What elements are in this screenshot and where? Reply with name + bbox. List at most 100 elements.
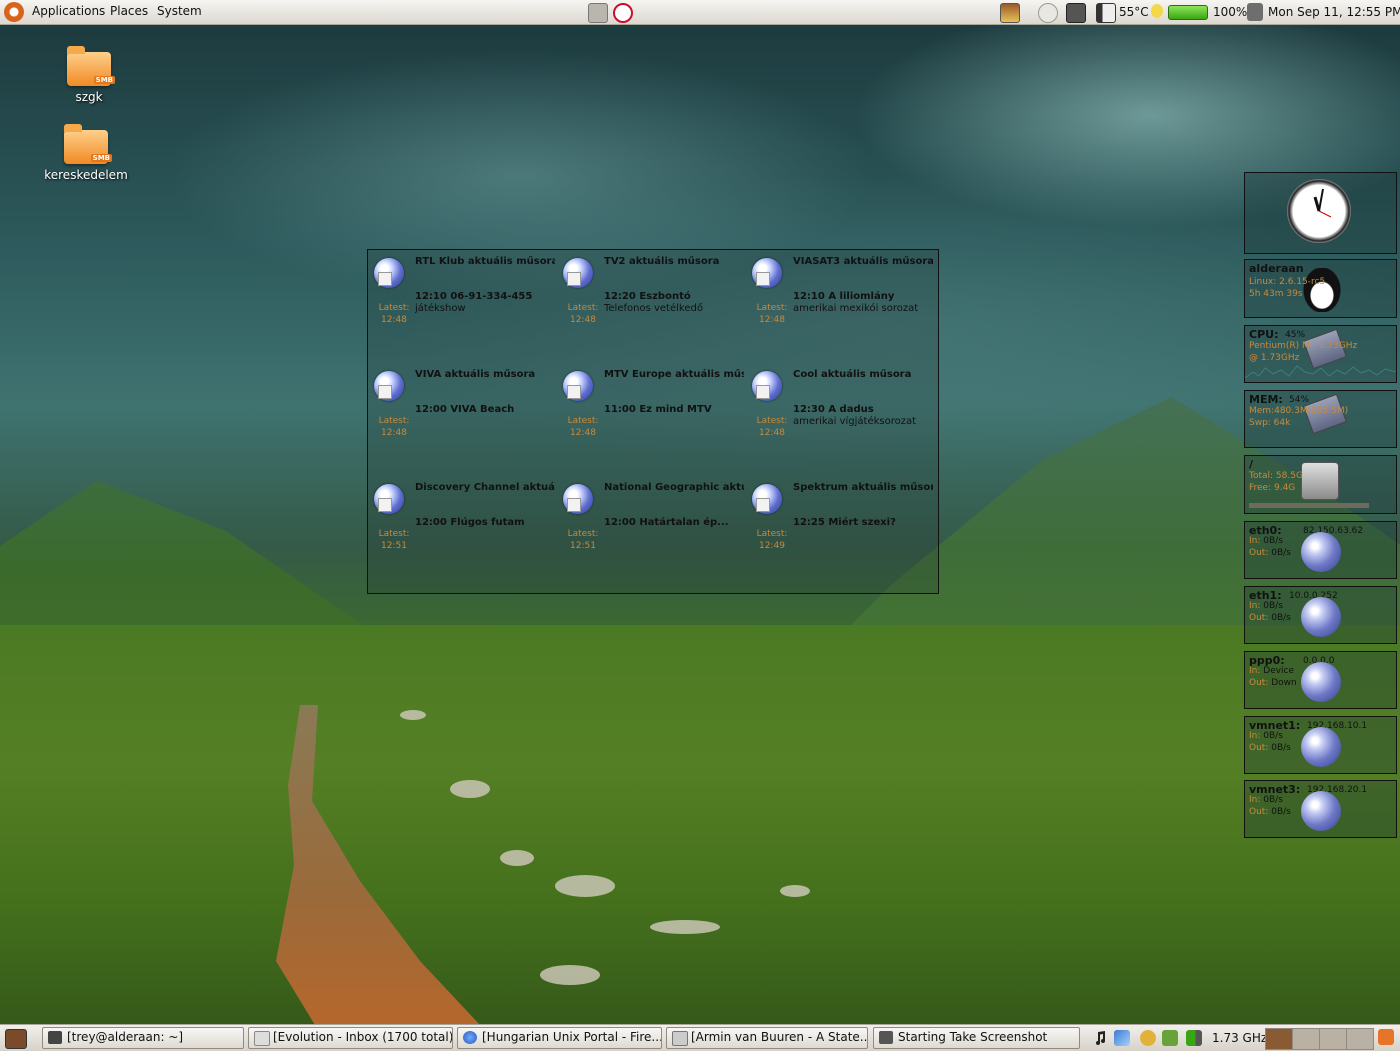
- tv-feed-globe-icon: [752, 258, 782, 288]
- cpu-percent: 45%: [1285, 330, 1306, 340]
- iface-in-label: In:: [1249, 666, 1261, 676]
- tv-channel-title: TV2 aktuális műsora: [604, 256, 720, 267]
- tv-show-title: 12:00 Flúgos futam: [415, 517, 525, 528]
- iface-in: In: 0B/s: [1249, 731, 1283, 741]
- battery-gauge[interactable]: [1168, 5, 1208, 20]
- trash-icon[interactable]: [1378, 1029, 1394, 1045]
- tv-show-desc: amerikai mexikói sorozat: [793, 303, 919, 314]
- tv-program-cell[interactable]: Discovery Channel aktuális m 12:00 Flúgo…: [368, 476, 556, 586]
- tv-program-cell[interactable]: VIASAT3 aktuális műsora 12:10 A liliomlá…: [746, 250, 934, 360]
- tv-latest-time: 12:48: [381, 428, 407, 438]
- cpu-graph: [1245, 365, 1396, 379]
- tv-latest-time: 12:48: [759, 428, 785, 438]
- taskbar-screenshot[interactable]: Starting Take Screenshot: [873, 1027, 1080, 1049]
- taskbar-music-player[interactable]: [Armin van Buuren - A State...: [666, 1027, 868, 1049]
- tv-program-cell[interactable]: National Geographic aktuális 12:00 Határ…: [557, 476, 745, 586]
- workspace-3[interactable]: [1319, 1028, 1347, 1050]
- host-monitor: alderaan Linux: 2.6.15-rc5 5h 43m 39s: [1244, 259, 1397, 318]
- tv-program-cell[interactable]: Cool aktuális műsora 12:30 A dadus ameri…: [746, 363, 934, 473]
- iface-out: Out: 0B/s: [1249, 548, 1291, 558]
- rock: [650, 920, 720, 934]
- tv-latest: Latest: 12:48: [374, 415, 414, 439]
- smb-badge: SMB: [90, 154, 112, 162]
- network-manager-icon[interactable]: [1114, 1030, 1130, 1046]
- iface-in-label: In:: [1249, 601, 1261, 611]
- music-note-icon[interactable]: [1092, 1030, 1108, 1046]
- taskbar-terminal[interactable]: [trey@alderaan: ~]: [42, 1027, 244, 1049]
- tv-channel-title: VIVA aktuális műsora: [415, 369, 536, 380]
- tux-penguin-icon: [1303, 268, 1341, 312]
- tv-program-cell[interactable]: TV2 aktuális műsora 12:20 Eszbontó Telef…: [557, 250, 745, 360]
- firefox-icon: [463, 1031, 477, 1044]
- tv-latest-time: 12:51: [570, 541, 596, 551]
- ubuntu-logo-icon[interactable]: [4, 2, 24, 22]
- tv-latest-label: Latest:: [567, 529, 599, 539]
- speaker-volume-icon[interactable]: [1247, 3, 1263, 21]
- tv-feed-globe-icon: [563, 258, 593, 288]
- rock: [540, 965, 600, 985]
- clock-datetime[interactable]: Mon Sep 11, 12:55 PM: [1268, 5, 1400, 19]
- network-globe-icon: [1301, 597, 1341, 637]
- disk-mount: /: [1249, 458, 1254, 471]
- temperature-readout: 55°C: [1119, 5, 1149, 19]
- bottom-panel: [trey@alderaan: ~] [Evolution - Inbox (1…: [0, 1024, 1400, 1051]
- task-label: [trey@alderaan: ~]: [67, 1030, 184, 1044]
- task-label: Starting Take Screenshot: [898, 1030, 1048, 1044]
- volume-muted-icon[interactable]: [613, 3, 633, 23]
- ppp0-monitor: ppp0: 0.0.0.0 In: Device Out: Down: [1244, 651, 1397, 709]
- tv-latest-time: 12:48: [381, 315, 407, 325]
- tv-latest-label: Latest:: [756, 303, 788, 313]
- top-panel: Applications Places System 55°C 100% Mon…: [0, 0, 1400, 25]
- notes-applet-icon[interactable]: [588, 3, 608, 23]
- tv-latest-label: Latest:: [378, 529, 410, 539]
- network-globe-icon: [1301, 727, 1341, 767]
- iface-out-label: Out:: [1249, 807, 1269, 817]
- menu-system[interactable]: System: [157, 4, 202, 18]
- desktop-icon-kereskedelem[interactable]: SMB kereskedelem: [41, 124, 131, 182]
- workspace-1[interactable]: [1265, 1028, 1293, 1050]
- cpu-frequency-readout: 1.73 GHz: [1212, 1031, 1268, 1045]
- swap-usage: Swp: 64k: [1249, 418, 1291, 428]
- tv-program-cell[interactable]: RTL Klub aktuális műsora 12:10 06-91-334…: [368, 250, 556, 360]
- iface-in-value: 0B/s: [1263, 601, 1283, 611]
- clock-applet-icon[interactable]: [1038, 3, 1058, 23]
- mem-title: MEM:: [1249, 393, 1283, 406]
- tv-latest-time: 12:48: [759, 315, 785, 325]
- tv-show-title: 11:00 Ez mind MTV: [604, 404, 712, 415]
- tv-latest-label: Latest:: [756, 416, 788, 426]
- user-icon[interactable]: [1140, 1030, 1156, 1046]
- workspace-2[interactable]: [1292, 1028, 1320, 1050]
- rock: [555, 875, 615, 897]
- desktop-icon-szgk[interactable]: SMB szgk: [44, 46, 134, 104]
- iface-in: In: Device: [1249, 666, 1294, 676]
- mem-usage: Mem:480.3M(855.5M): [1249, 406, 1349, 416]
- weather-icon[interactable]: [1000, 3, 1020, 23]
- rock: [450, 780, 490, 798]
- vmnet3-monitor: vmnet3: 192.168.20.1 In: 0B/s Out: 0B/s: [1244, 780, 1397, 838]
- tv-program-cell[interactable]: MTV Europe aktuális műsora 11:00 Ez mind…: [557, 363, 745, 473]
- network-monitor-icon[interactable]: [1066, 3, 1086, 23]
- tv-show-title: 12:30 A dadus: [793, 404, 874, 415]
- tv-feed-globe-icon: [374, 371, 404, 401]
- package-updates-icon[interactable]: [1162, 1030, 1178, 1046]
- tv-latest-label: Latest:: [567, 416, 599, 426]
- tv-channel-title: RTL Klub aktuális műsora: [415, 256, 555, 267]
- tv-program-cell[interactable]: VIVA aktuális műsora 12:00 VIVA Beach La…: [368, 363, 556, 473]
- menu-applications[interactable]: Applications: [32, 4, 105, 18]
- show-desktop-icon[interactable]: [5, 1029, 27, 1049]
- taskbar-evolution[interactable]: [Evolution - Inbox (1700 total)]: [248, 1027, 453, 1049]
- task-label: [Armin van Buuren - A State...: [691, 1030, 868, 1044]
- menu-places[interactable]: Places: [110, 4, 148, 18]
- power-plug-icon: [1151, 4, 1163, 18]
- tv-latest-label: Latest:: [378, 416, 410, 426]
- taskbar-firefox[interactable]: [Hungarian Unix Portal - Fire...: [457, 1027, 662, 1049]
- vmnet1-monitor: vmnet1: 192.168.10.1 In: 0B/s Out: 0B/s: [1244, 716, 1397, 774]
- workspace-4[interactable]: [1346, 1028, 1374, 1050]
- tv-program-cell[interactable]: Spektrum aktuális műsora 12:25 Miért sze…: [746, 476, 934, 586]
- tv-latest: Latest: 12:49: [752, 528, 792, 552]
- tv-show-title: 12:00 VIVA Beach: [415, 404, 515, 415]
- battery-small-icon[interactable]: [1186, 1030, 1202, 1046]
- tv-channel-title: National Geographic aktuális: [604, 482, 744, 493]
- iface-out-label: Out:: [1249, 678, 1269, 688]
- battery-percent: 100%: [1213, 5, 1248, 19]
